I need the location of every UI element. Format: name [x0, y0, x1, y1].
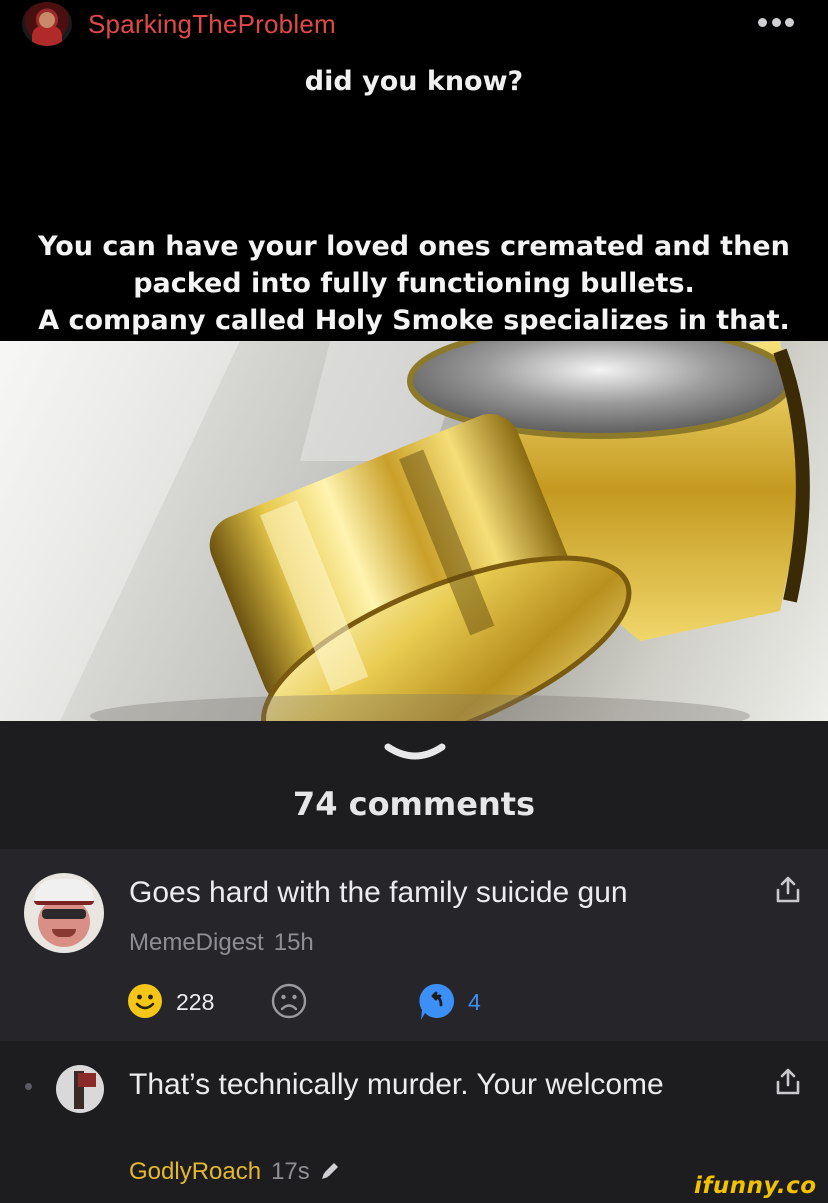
meme-photo-bullet-casings	[0, 341, 828, 721]
comment-text: That’s technically murder. Your welcome	[129, 1068, 664, 1101]
comment-username[interactable]: GodlyRoach	[129, 1158, 261, 1185]
reply-count[interactable]: 4	[468, 989, 481, 1016]
author-name[interactable]: SparkingTheProblem	[88, 9, 336, 40]
comment-reactions: 228 4	[127, 981, 547, 1021]
avatar-figure-body	[32, 26, 62, 46]
avatar-cap	[34, 879, 94, 905]
comments-header: 74 comments	[0, 721, 828, 849]
meme-caption-line: A company called Holy Smoke specializes …	[38, 305, 790, 336]
avatar-glasses	[42, 909, 86, 919]
comment-timestamp: 15h	[273, 929, 314, 956]
comment-meta: MemeDigest 15h	[129, 929, 314, 957]
meme-caption-line: packed into fully functioning bullets.	[133, 268, 695, 299]
comment-text: Goes hard with the family suicide gun	[129, 876, 628, 909]
avatar-figure-face	[39, 12, 55, 28]
comment-username[interactable]: MemeDigest	[129, 929, 264, 956]
comment-timestamp: 17s	[271, 1158, 310, 1185]
ifunny-watermark: ifunny.co	[694, 1173, 817, 1199]
avatar[interactable]	[56, 1065, 104, 1113]
smile-count: 228	[176, 989, 215, 1015]
comment-item: Goes hard with the family suicide gun Me…	[0, 849, 828, 1041]
meme-caption-main: You can have your loved ones cremated an…	[0, 228, 828, 339]
reply-icon[interactable]	[419, 983, 455, 1021]
smile-reaction-icon[interactable]	[127, 983, 163, 1019]
post-header: SparkingTheProblem	[0, 0, 828, 52]
pencil-icon[interactable]	[318, 1159, 342, 1183]
comment-meta: GodlyRoach 17s	[129, 1158, 342, 1186]
comments-count: 74 comments	[292, 785, 536, 823]
avatar-flag	[78, 1073, 96, 1087]
meme-caption-line: You can have your loved ones cremated an…	[38, 231, 790, 262]
share-icon[interactable]	[774, 875, 802, 905]
bullet-casings-illustration	[0, 341, 810, 721]
chevron-down-icon[interactable]	[384, 741, 446, 767]
reply-indent-dot	[25, 1083, 32, 1090]
meme-caption-top: did you know?	[304, 66, 524, 97]
meme-post: SparkingTheProblem did you know? You can…	[0, 0, 828, 721]
author-avatar[interactable]	[22, 2, 72, 46]
more-options-icon[interactable]	[758, 12, 794, 32]
avatar[interactable]	[24, 873, 104, 953]
unsmile-reaction-icon[interactable]	[271, 983, 307, 1019]
share-icon[interactable]	[774, 1067, 802, 1097]
